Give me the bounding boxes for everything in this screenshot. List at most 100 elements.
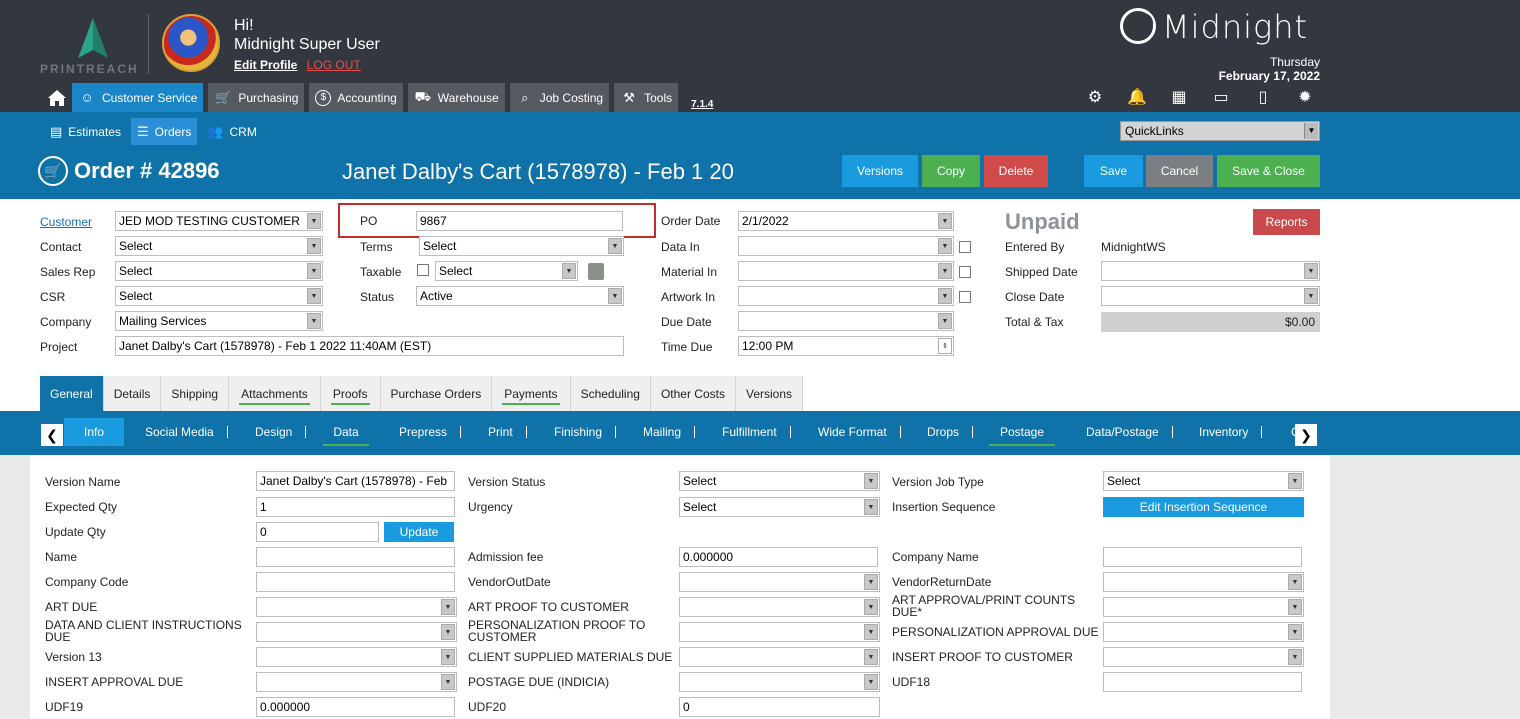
insert-approval-select[interactable]: ▼: [256, 672, 457, 692]
name-input[interactable]: [256, 547, 455, 567]
version-name-input[interactable]: Janet Dalby's Cart (1578978) - Feb: [256, 471, 455, 491]
subtab-data-postage[interactable]: Data/Postage: [1086, 418, 1173, 446]
terms-select[interactable]: Select ▼: [419, 236, 624, 256]
vendor-return-date-select[interactable]: ▼: [1103, 572, 1304, 592]
tab-other-costs[interactable]: Other Costs: [650, 376, 736, 411]
save-close-button[interactable]: Save & Close: [1217, 155, 1320, 187]
nav-accounting[interactable]: $ Accounting: [309, 83, 403, 112]
art-due-select[interactable]: ▼: [256, 597, 457, 617]
gear-icon[interactable]: ✹: [1294, 86, 1316, 108]
subtab-social-media[interactable]: Social Media: [145, 418, 228, 446]
tab-purchase-orders[interactable]: Purchase Orders: [380, 376, 493, 411]
status-select[interactable]: Active ▼: [416, 286, 624, 306]
subtab-wide-format[interactable]: Wide Format: [818, 418, 901, 446]
company-select[interactable]: Mailing Services ▼: [115, 311, 323, 331]
subtab-finishing[interactable]: Finishing: [554, 418, 617, 446]
shipped-date-select[interactable]: ▼: [1101, 261, 1320, 281]
contact-select[interactable]: Select ▼: [115, 236, 323, 256]
data-client-instructions-select[interactable]: ▼: [256, 622, 457, 642]
subtab-fulfillment[interactable]: Fulfillment: [722, 418, 791, 446]
art-approval-select[interactable]: ▼: [1103, 597, 1304, 617]
sales-rep-select[interactable]: Select ▼: [115, 261, 323, 281]
tab-payments[interactable]: Payments: [492, 376, 571, 411]
expected-qty-input[interactable]: 1: [256, 497, 455, 517]
subnav-estimates[interactable]: ▤ Estimates: [44, 118, 127, 145]
edit-profile-link[interactable]: Edit Profile: [234, 58, 297, 72]
artwork-in-checkbox[interactable]: [959, 291, 971, 303]
subtab-mailing[interactable]: Mailing: [643, 418, 696, 446]
taxable-checkbox[interactable]: [417, 264, 429, 276]
reports-button[interactable]: Reports: [1253, 209, 1320, 235]
subtab-prepress[interactable]: Prepress: [399, 418, 462, 446]
nav-tools[interactable]: ⚒ Tools: [614, 83, 679, 112]
customer-select[interactable]: JED MOD TESTING CUSTOMER ▼: [115, 211, 323, 231]
po-input[interactable]: 9867: [416, 211, 623, 231]
personalization-approval-select[interactable]: ▼: [1103, 622, 1304, 642]
subnav-crm[interactable]: 👥 CRM: [201, 118, 263, 145]
postage-due-select[interactable]: ▼: [679, 672, 880, 692]
artwork-in-select[interactable]: ▼: [738, 286, 954, 306]
project-input[interactable]: Janet Dalby's Cart (1578978) - Feb 1 202…: [115, 336, 624, 356]
urgency-select[interactable]: Select ▼: [679, 497, 880, 517]
update-qty-input[interactable]: 0: [256, 522, 379, 542]
delete-button[interactable]: Delete: [984, 155, 1048, 187]
tab-proofs[interactable]: Proofs: [320, 376, 381, 411]
quicklinks-select[interactable]: QuickLinks ▼: [1120, 121, 1320, 141]
versions-button[interactable]: Versions: [842, 155, 918, 187]
csr-select[interactable]: Select ▼: [115, 286, 323, 306]
nav-warehouse[interactable]: ⛟ Warehouse: [407, 83, 505, 112]
subnav-orders[interactable]: ☰ Orders: [130, 118, 198, 145]
close-date-select[interactable]: ▼: [1101, 286, 1320, 306]
network-icon[interactable]: ⚙: [1084, 86, 1106, 108]
tab-general[interactable]: General: [40, 376, 104, 411]
edit-insertion-sequence-button[interactable]: Edit Insertion Sequence: [1103, 497, 1304, 517]
udf20-input[interactable]: 0: [679, 697, 880, 717]
insert-proof-select[interactable]: ▼: [1103, 647, 1304, 667]
data-in-checkbox[interactable]: [959, 241, 971, 253]
nav-customer-service[interactable]: ☺ Customer Service: [72, 83, 204, 112]
data-in-select[interactable]: ▼: [738, 236, 954, 256]
subtab-print[interactable]: Print: [488, 418, 527, 446]
personalization-proof-select[interactable]: ▼: [679, 622, 880, 642]
app-version[interactable]: 7.1.4: [691, 99, 713, 110]
material-in-select[interactable]: ▼: [738, 261, 954, 281]
cancel-button[interactable]: Cancel: [1146, 155, 1213, 187]
update-button[interactable]: Update: [384, 522, 454, 542]
monitor-icon[interactable]: ▭: [1210, 86, 1232, 108]
due-date-select[interactable]: ▼: [738, 311, 954, 331]
tab-attachments[interactable]: Attachments: [229, 376, 321, 411]
subtab-drops[interactable]: Drops: [927, 418, 974, 446]
tab-shipping[interactable]: Shipping: [161, 376, 230, 411]
company-code-input[interactable]: [256, 572, 455, 592]
vendor-out-date-select[interactable]: ▼: [679, 572, 880, 592]
client-supplied-select[interactable]: ▼: [679, 647, 880, 667]
save-button[interactable]: Save: [1084, 155, 1143, 187]
admission-fee-input[interactable]: 0.000000: [679, 547, 878, 567]
company-name-input[interactable]: [1103, 547, 1302, 567]
version-status-select[interactable]: Select ▼: [679, 471, 880, 491]
art-proof-select[interactable]: ▼: [679, 597, 880, 617]
home-icon[interactable]: [42, 83, 72, 112]
logout-link[interactable]: LOG OUT: [307, 58, 361, 72]
udf19-input[interactable]: 0.000000: [256, 697, 455, 717]
customer-label-link[interactable]: Customer: [40, 215, 92, 229]
avatar[interactable]: [162, 14, 220, 72]
taxable-select[interactable]: Select ▼: [435, 261, 578, 281]
udf18-input[interactable]: [1103, 672, 1302, 692]
tab-scheduling[interactable]: Scheduling: [570, 376, 651, 411]
subtab-inventory[interactable]: Inventory: [1199, 418, 1263, 446]
tab-versions[interactable]: Versions: [735, 376, 804, 411]
spinner-icon[interactable]: ⇕: [938, 338, 952, 354]
version13-select[interactable]: ▼: [256, 647, 457, 667]
tab-details[interactable]: Details: [103, 376, 162, 411]
subtab-truncated[interactable]: C: [1291, 418, 1300, 446]
copy-button[interactable]: Copy: [922, 155, 980, 187]
version-job-type-select[interactable]: Select ▼: [1103, 471, 1304, 491]
nav-job-costing[interactable]: ⌕ Job Costing: [509, 83, 610, 112]
document-icon[interactable]: ▯: [1252, 86, 1274, 108]
nav-purchasing[interactable]: 🛒 Purchasing: [208, 83, 305, 112]
subtab-postage[interactable]: Postage: [989, 418, 1055, 446]
calculator-icon[interactable]: [588, 263, 604, 280]
subtab-data[interactable]: Data: [323, 418, 369, 446]
subtab-info[interactable]: Info: [64, 418, 124, 446]
